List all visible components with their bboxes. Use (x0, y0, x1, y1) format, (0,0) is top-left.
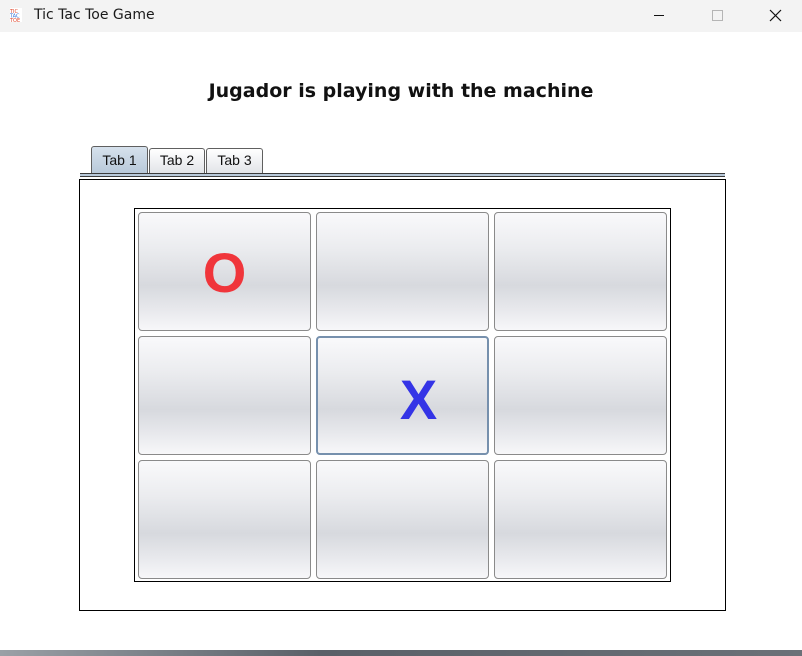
window-title: Tic Tac Toe Game (34, 7, 155, 23)
close-icon (769, 9, 782, 22)
board-cell-1[interactable]: O (138, 212, 311, 331)
board-cell-5[interactable]: X (316, 336, 489, 455)
board-cell-4[interactable] (138, 336, 311, 455)
minimize-icon (654, 15, 664, 16)
cell-mark: X (399, 368, 438, 431)
close-button[interactable] (752, 0, 798, 32)
board-cell-2[interactable] (316, 212, 489, 331)
cell-mark: O (202, 241, 247, 304)
maximize-button[interactable] (694, 0, 740, 32)
status-heading: Jugador is playing with the machine (208, 80, 594, 102)
maximize-icon (712, 10, 723, 21)
board-cell-3[interactable] (494, 212, 667, 331)
board-cell-6[interactable] (494, 336, 667, 455)
board-cell-7[interactable] (138, 460, 311, 579)
app-icon: TIC TAC TOE (10, 8, 22, 22)
title-bar[interactable]: TIC TAC TOE Tic Tac Toe Game (0, 0, 802, 32)
board-cell-9[interactable] (494, 460, 667, 579)
tab-3[interactable]: Tab 3 (206, 148, 263, 173)
minimize-button[interactable] (636, 0, 682, 32)
tab-1[interactable]: Tab 1 (91, 146, 148, 174)
tab-2[interactable]: Tab 2 (149, 148, 205, 173)
svg-text:TOE: TOE (10, 18, 20, 22)
app-window: TIC TAC TOE Tic Tac Toe Game Jugador is … (0, 0, 802, 656)
board-cell-8[interactable] (316, 460, 489, 579)
tab-strip (80, 173, 725, 177)
taskbar-edge (0, 650, 802, 656)
